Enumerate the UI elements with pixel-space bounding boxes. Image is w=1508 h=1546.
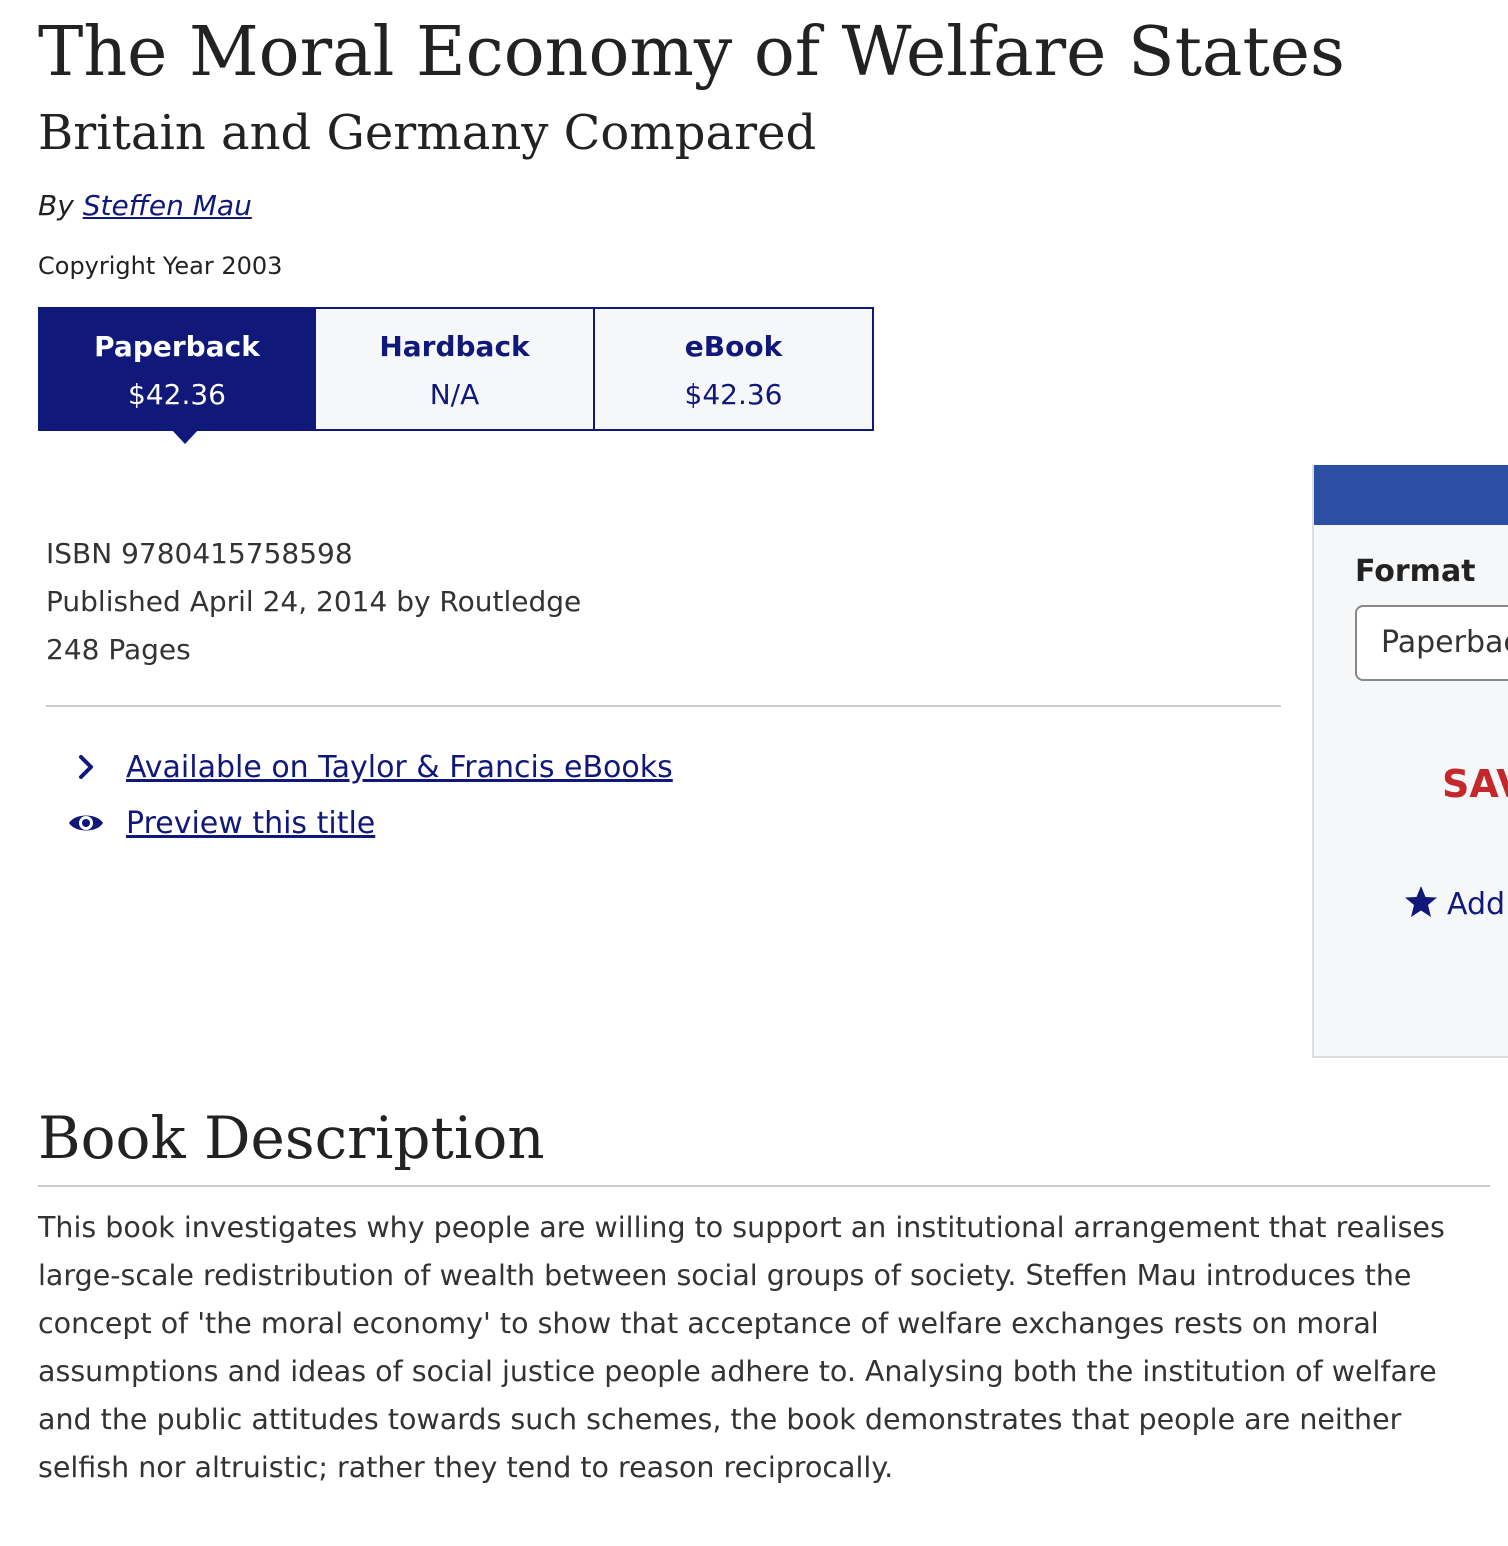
chevron-right-icon bbox=[64, 753, 108, 781]
wishlist-label: Add bbox=[1447, 886, 1506, 922]
product-details: ISBN 9780415758598 Published April 24, 2… bbox=[46, 530, 581, 674]
star-icon bbox=[1403, 885, 1439, 923]
ebooks-link-row: Available on Taylor & Francis eBooks bbox=[64, 745, 673, 789]
details-divider bbox=[46, 705, 1281, 707]
save-label: SAV bbox=[1442, 762, 1508, 806]
tab-ebook[interactable]: eBook $42.36 bbox=[595, 307, 874, 431]
eye-icon bbox=[64, 810, 108, 836]
by-label: By bbox=[38, 189, 74, 222]
published-info: Published April 24, 2014 by Routledge bbox=[46, 585, 582, 618]
book-subtitle: Britain and Germany Compared bbox=[38, 105, 817, 161]
preview-title-link[interactable]: Preview this title bbox=[126, 806, 375, 841]
tab-format-name: Paperback bbox=[94, 330, 260, 363]
format-tabs: Paperback $42.36 Hardback N/A eBook $42.… bbox=[38, 307, 874, 444]
book-description-body: This book investigates why people are wi… bbox=[38, 1211, 1445, 1484]
tab-format-price: $42.36 bbox=[128, 378, 226, 411]
author-link[interactable]: Steffen Mau bbox=[83, 189, 252, 222]
tab-format-price: N/A bbox=[429, 378, 480, 411]
byline: By Steffen Mau bbox=[38, 184, 252, 228]
add-to-wishlist-button[interactable]: Add bbox=[1403, 882, 1505, 926]
format-label: Format bbox=[1355, 554, 1476, 589]
taylor-francis-ebooks-link[interactable]: Available on Taylor & Francis eBooks bbox=[126, 750, 673, 785]
page-count: 248 Pages bbox=[46, 633, 191, 666]
tab-format-name: eBook bbox=[684, 330, 783, 363]
tab-format-name: Hardback bbox=[379, 330, 530, 363]
description-divider bbox=[38, 1185, 1490, 1187]
tab-hardback[interactable]: Hardback N/A bbox=[316, 307, 595, 431]
isbn: ISBN 9780415758598 bbox=[46, 537, 353, 570]
format-select[interactable]: Paperback bbox=[1355, 605, 1508, 681]
tab-paperback[interactable]: Paperback $42.36 bbox=[38, 307, 316, 444]
book-title: The Moral Economy of Welfare States bbox=[38, 13, 1345, 92]
purchase-panel-header bbox=[1314, 465, 1508, 525]
copyright-year: Copyright Year 2003 bbox=[38, 252, 283, 280]
preview-link-row: Preview this title bbox=[64, 801, 375, 845]
tab-format-price: $42.36 bbox=[684, 378, 783, 411]
book-description-heading: Book Description bbox=[38, 1104, 545, 1172]
